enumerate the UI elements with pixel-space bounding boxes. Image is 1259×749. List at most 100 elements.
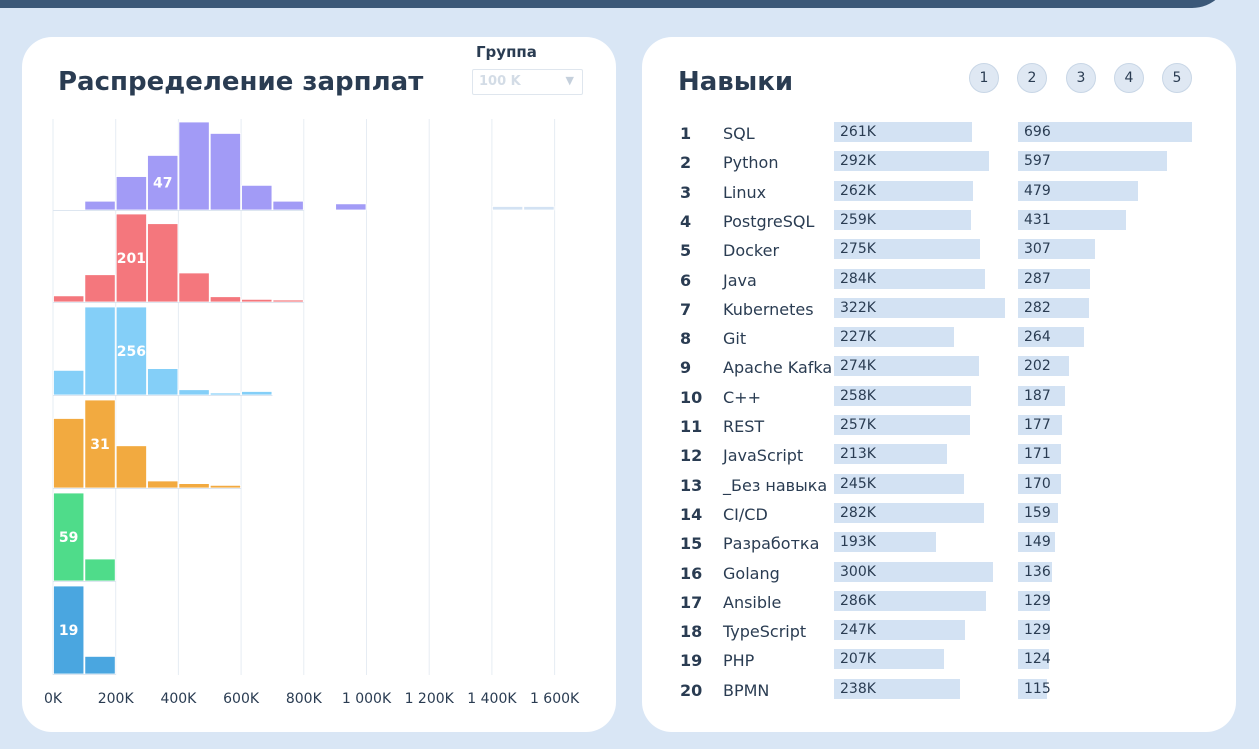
salary-bar: 284K	[834, 268, 985, 289]
skill-row[interactable]: 13 _Без навыка 245K 170	[642, 471, 1236, 500]
bar-value-label: 47	[153, 176, 172, 192]
count-bar-label: 264	[1024, 329, 1051, 346]
skill-row[interactable]: 6 Java 284K 287	[642, 266, 1236, 295]
histogram-bar	[523, 206, 555, 211]
skill-row[interactable]: 19 PHP 207K 124	[642, 646, 1236, 675]
salary-bar: 300K	[834, 561, 994, 582]
count-bar: 177	[1018, 415, 1063, 435]
histogram-bar	[178, 483, 210, 489]
page-button-2[interactable]: 2	[1017, 63, 1047, 93]
salary-bar-label: 261K	[840, 124, 876, 140]
skill-name: REST	[723, 417, 765, 436]
skill-row[interactable]: 3 Linux 262K 479	[642, 178, 1236, 207]
skill-name: Docker	[723, 241, 780, 261]
skill-row[interactable]: 18 TypeScript 247K 129	[642, 617, 1236, 646]
skill-row[interactable]: 2 Python 292K 597	[642, 148, 1236, 177]
bar-value-label: 19	[59, 623, 78, 639]
count-bar: 187	[1018, 385, 1065, 406]
page-button-4[interactable]: 4	[1114, 63, 1144, 93]
salary-bar: 193K	[834, 532, 937, 553]
skill-rank: 13	[680, 475, 703, 495]
salary-bar-label: 282K	[840, 504, 876, 521]
page-button-5[interactable]: 5	[1162, 63, 1192, 93]
skill-name: Ansible	[723, 592, 782, 612]
salary-bar-label: 227K	[840, 329, 876, 346]
skill-rank: 19	[680, 651, 703, 671]
salary-bar: 274K	[834, 356, 980, 377]
skill-row[interactable]: 1 SQL 261K 696	[642, 119, 1236, 148]
count-bar: 124	[1018, 649, 1051, 670]
skill-name: Golang	[723, 563, 780, 583]
salary-bar-label: 213K	[840, 446, 876, 463]
salary-bar: 207K	[834, 649, 944, 670]
salary-bar: 238K	[834, 678, 961, 699]
skill-rank: 18	[680, 622, 703, 642]
page-button-3[interactable]: 3	[1066, 63, 1096, 93]
skill-row[interactable]: 9 Apache Kafka 274K 202	[642, 353, 1236, 382]
histogram-bar	[84, 656, 116, 675]
salary-bar: 261K	[834, 122, 973, 142]
skill-row[interactable]: 12 JavaScript 213K 171	[642, 441, 1236, 470]
x-tick-label: 1 600K	[530, 691, 580, 707]
histogram-bar	[335, 203, 367, 211]
salary-bar-label: 238K	[840, 680, 876, 697]
salary-bar: 247K	[834, 620, 965, 641]
skill-rank: 12	[680, 446, 703, 466]
skill-row[interactable]: 17 Ansible 286K 129	[642, 588, 1236, 617]
skill-row[interactable]: 10 C++ 258K 187	[642, 383, 1236, 412]
skill-rank: 3	[680, 182, 692, 202]
skill-row[interactable]: 11 REST 257K 177	[642, 412, 1236, 441]
count-bar: 282	[1018, 297, 1089, 318]
histogram-bar	[115, 445, 147, 489]
skill-row[interactable]: 7 Kubernetes 322K 282	[642, 295, 1236, 324]
skill-row[interactable]: 14 CI/CD 282K 159	[642, 500, 1236, 529]
page-button-1[interactable]: 1	[969, 63, 999, 93]
skill-name: TypeScript	[723, 622, 807, 642]
skill-name: BPMN	[723, 680, 770, 700]
count-bar: 129	[1018, 590, 1051, 611]
histogram-bar	[491, 206, 524, 211]
bar-value-label: 201	[117, 251, 146, 267]
histogram-bar	[84, 274, 116, 303]
count-bar: 159	[1018, 502, 1058, 523]
skill-rank: 9	[680, 358, 692, 378]
count-bar-label: 307	[1024, 241, 1051, 258]
skill-row[interactable]: 16 Golang 300K 136	[642, 559, 1236, 588]
histogram-bar	[53, 295, 85, 303]
salary-bar-label: 258K	[840, 387, 876, 404]
count-bar: 307	[1018, 239, 1095, 260]
histogram-bar	[178, 121, 210, 211]
x-tick-label: 1 400K	[467, 691, 517, 707]
count-bar-label: 136	[1024, 563, 1051, 580]
salary-bar-label: 292K	[840, 153, 876, 170]
histogram-bar	[53, 418, 85, 489]
salary-bar: 213K	[834, 444, 947, 465]
salary-distribution-card: Распределение зарплат Группа 100 K ▼ 47 2…	[22, 37, 616, 732]
count-bar: 431	[1018, 209, 1126, 230]
skill-row[interactable]: 20 BPMN 238K 115	[642, 676, 1236, 705]
x-tick-label: 400K	[160, 691, 197, 707]
x-tick-label: 0K	[44, 691, 63, 707]
histogram-bar	[272, 200, 304, 211]
histogram-bar	[209, 133, 242, 211]
skill-row[interactable]: 15 Разработка 193K 149	[642, 529, 1236, 558]
skill-rank: 5	[680, 241, 692, 261]
salary-bar-label: 274K	[840, 358, 876, 375]
count-bar: 696	[1018, 122, 1192, 142]
salary-bar: 245K	[834, 473, 964, 494]
skill-name: CI/CD	[723, 504, 768, 524]
skill-rank: 1	[680, 124, 692, 143]
skill-row[interactable]: 8 Git 227K 264	[642, 324, 1236, 353]
count-bar: 479	[1018, 180, 1138, 201]
count-bar-label: 149	[1024, 534, 1051, 551]
count-bar: 136	[1018, 561, 1052, 582]
skill-name: Python	[723, 153, 779, 173]
histogram-bar	[178, 389, 210, 396]
salary-bar-label: 284K	[840, 270, 876, 287]
skill-row[interactable]: 5 Docker 275K 307	[642, 236, 1236, 265]
skill-name: Linux	[723, 182, 767, 202]
salary-bar: 275K	[834, 239, 980, 260]
histogram-bar	[272, 299, 304, 303]
skill-row[interactable]: 4 PostgreSQL 259K 431	[642, 207, 1236, 236]
salary-bar-label: 322K	[840, 299, 876, 316]
